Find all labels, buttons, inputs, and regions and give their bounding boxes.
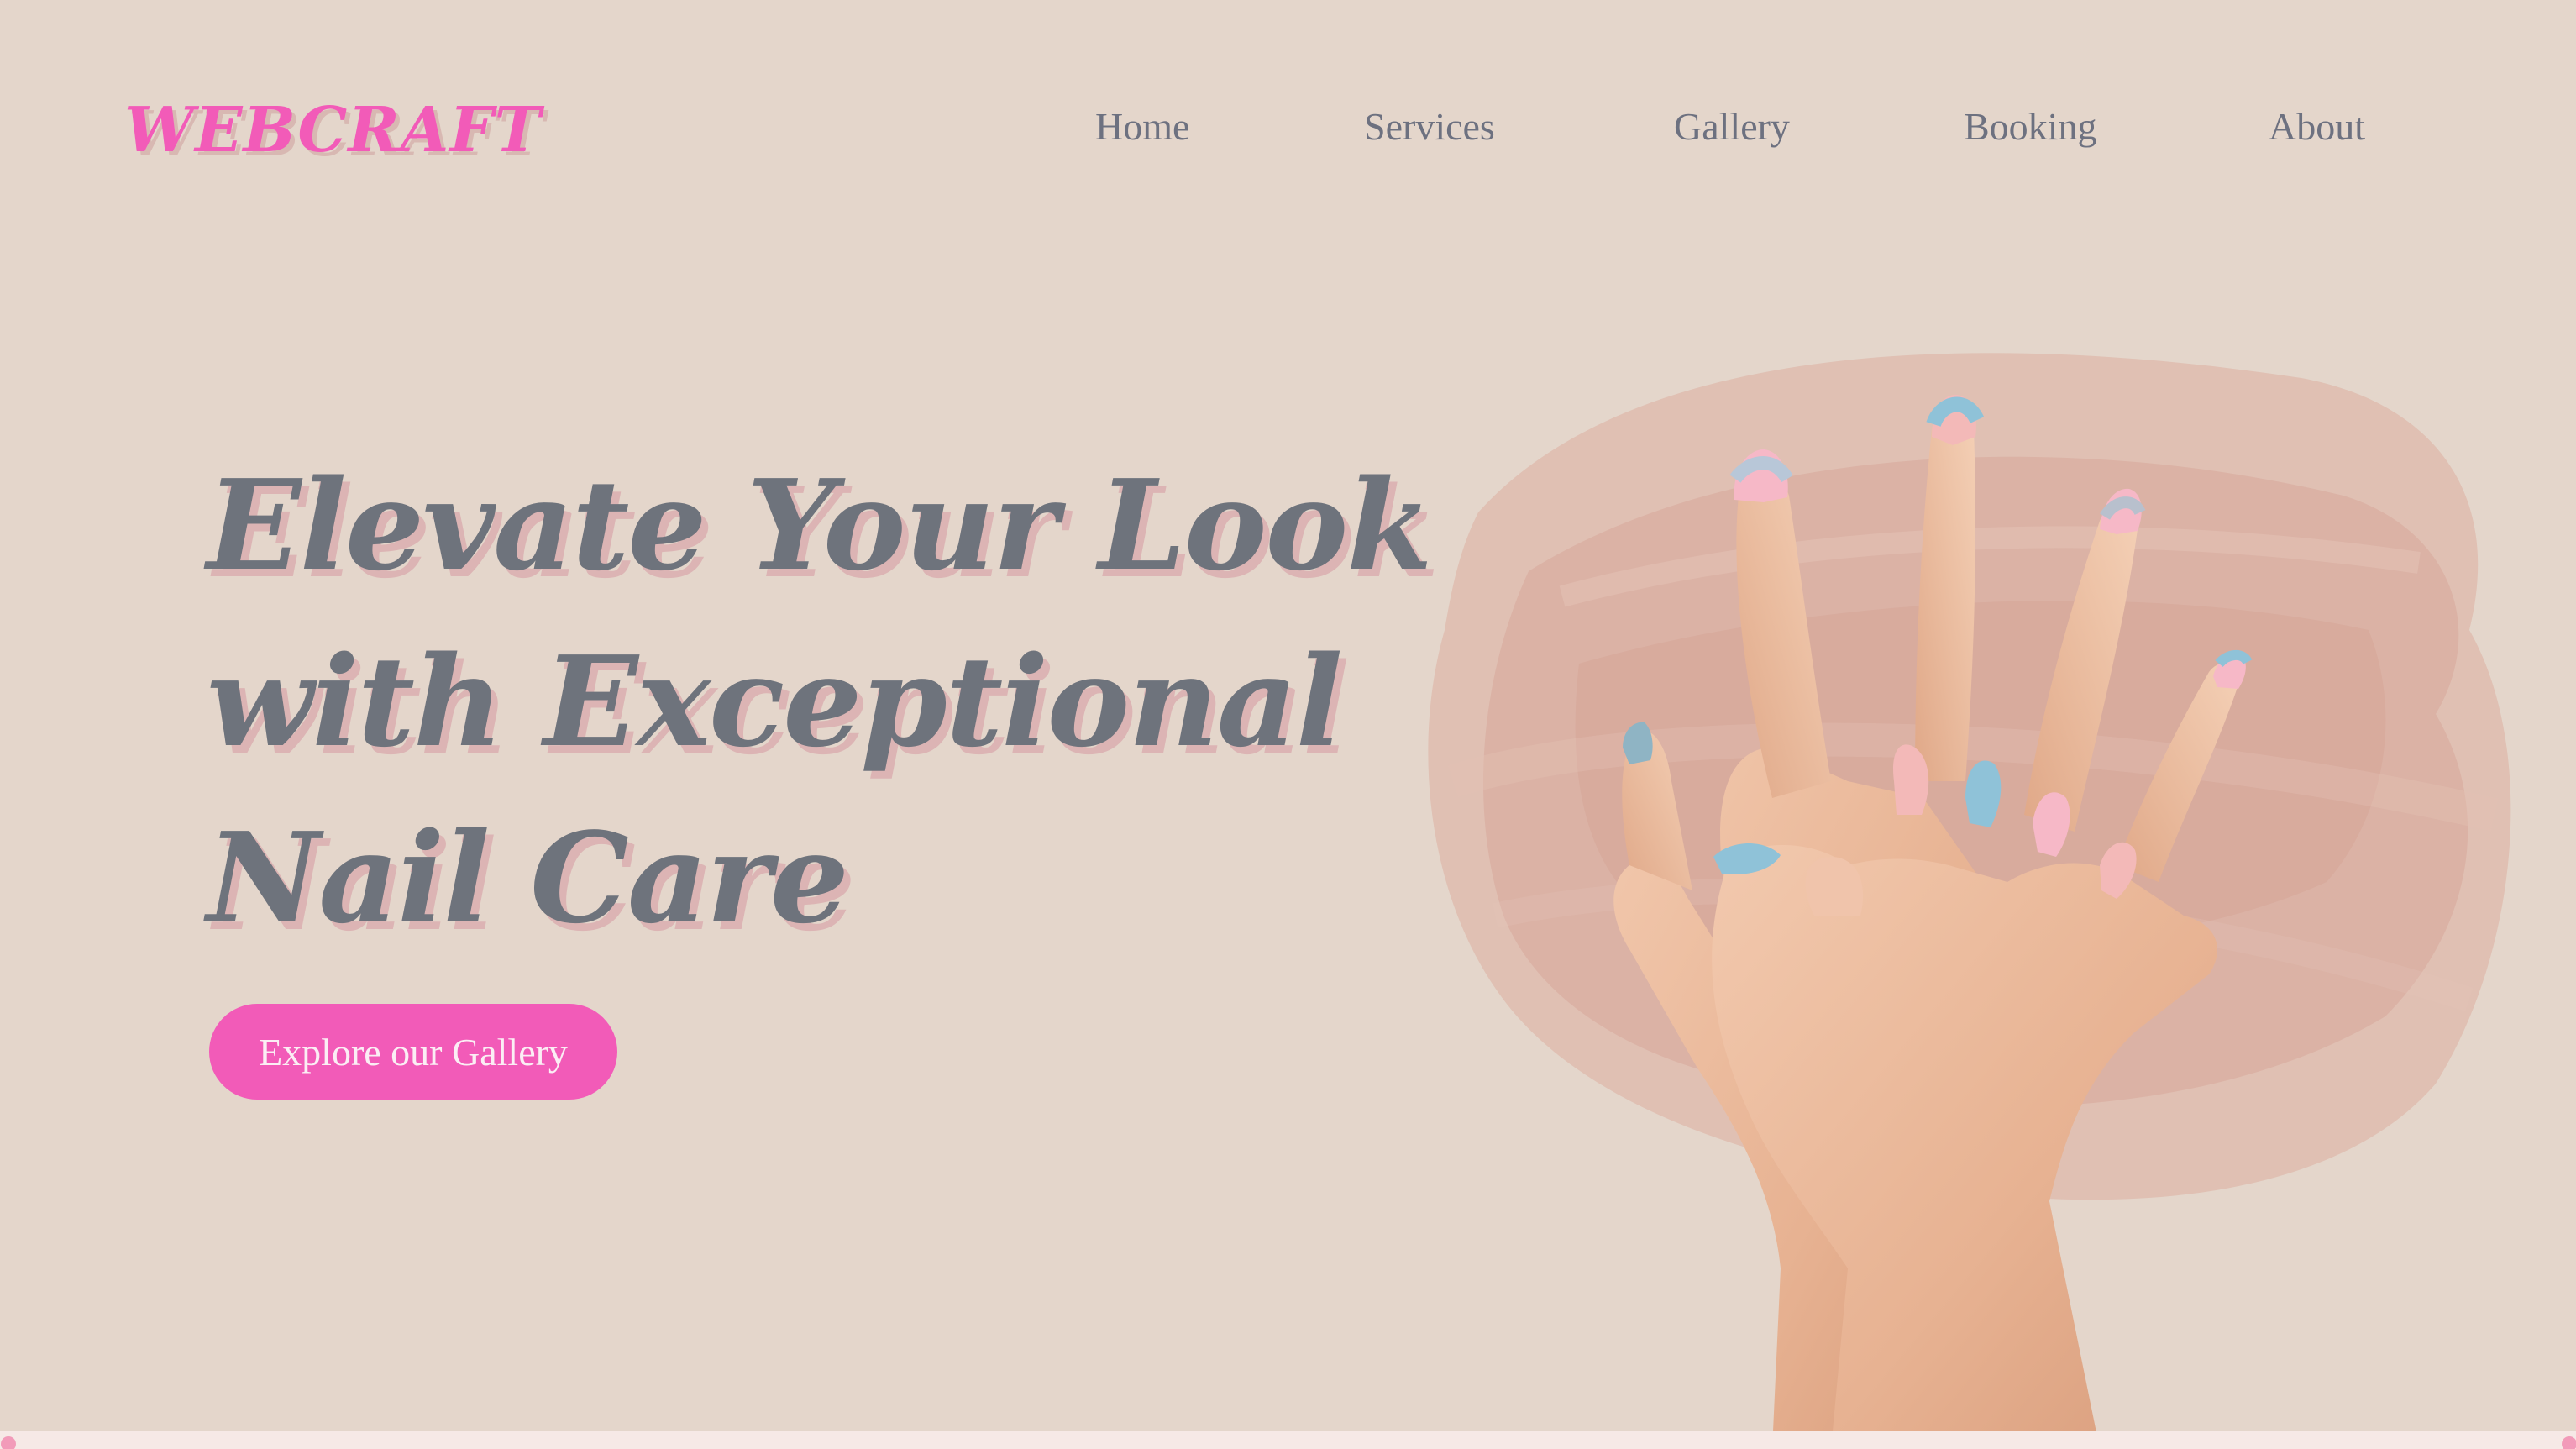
explore-gallery-button[interactable]: Explore our Gallery: [209, 1004, 617, 1100]
hero-title-line-3: Nail Care: [207, 805, 849, 951]
flower-deco-left-icon: [1, 1436, 16, 1449]
flower-deco-right-icon: [2562, 1436, 2576, 1449]
brand-logo[interactable]: WEBCRAFT: [124, 99, 542, 161]
hero-hands-image: [1377, 277, 2576, 1449]
nav-home-link[interactable]: Home: [1095, 108, 1189, 146]
landing-page: WEBCRAFT Home Services Gallery Booking A…: [0, 0, 2576, 1449]
next-section-edge: [0, 1431, 2576, 1449]
nav-services-link[interactable]: Services: [1364, 108, 1495, 146]
hero-title-line-1: Elevate Your Look: [207, 452, 1433, 598]
nav-booking-link[interactable]: Booking: [1964, 108, 2096, 146]
hero-title: Elevate Your Look with Exceptional Nail …: [207, 437, 1517, 966]
hands-illustration: [1428, 353, 2511, 1449]
hero-title-line-2: with Exceptional: [207, 628, 1343, 774]
nav-about-link[interactable]: About: [2269, 108, 2365, 146]
nav-gallery-link[interactable]: Gallery: [1674, 108, 1790, 146]
